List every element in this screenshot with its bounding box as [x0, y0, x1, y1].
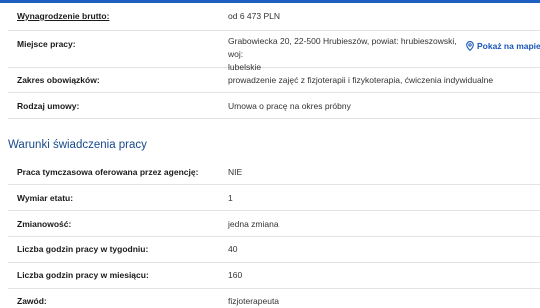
work-time-value: 1 — [228, 193, 233, 203]
temporary-work-value: NIE — [228, 167, 243, 177]
location-value-line1: Grabowiecka 20, 22-500 Hrubieszów, powia… — [228, 36, 457, 59]
detail-row-location: Miejsce pracy: Grabowiecka 20, 22-500 Hr… — [8, 30, 540, 72]
salary-label: Wynagrodzenie brutto: — [17, 11, 110, 21]
duties-label: Zakres obowiązków: — [17, 75, 100, 85]
show-on-map-label: Pokaż na mapie — [477, 41, 540, 51]
detail-row-weekly-hours: Liczba godzin pracy w tygodniu: 40 — [8, 236, 540, 263]
duties-value: prowadzenie zajęć z fizjoterapii i fizyk… — [228, 75, 494, 85]
detail-row-monthly-hours: Liczba godzin pracy w miesiącu: 160 — [8, 262, 540, 289]
detail-row-profession: Zawód: fizjoterapeuta — [8, 288, 540, 306]
temporary-work-label: Praca tymczasowa oferowana przez agencję… — [17, 167, 199, 177]
detail-row-work-time: Wymiar etatu: 1 — [8, 184, 540, 211]
show-on-map-link[interactable]: Pokaż na mapie — [466, 41, 540, 51]
section-title-work-conditions: Warunki świadczenia pracy — [8, 139, 147, 151]
contract-label: Rodzaj umowy: — [17, 101, 80, 111]
profession-label: Zawód: — [17, 296, 47, 306]
shifts-label: Zmianowość: — [17, 219, 72, 229]
location-label: Miejsce pracy: — [17, 39, 76, 49]
weekly-hours-value: 40 — [228, 244, 238, 254]
contract-value: Umowa o pracę na okres próbny — [228, 101, 351, 111]
detail-row-contract: Rodzaj umowy: Umowa o pracę na okres pró… — [8, 92, 540, 119]
work-time-label: Wymiar etatu: — [17, 193, 74, 203]
detail-row-duties: Zakres obowiązków: prowadzenie zajęć z f… — [8, 67, 540, 93]
monthly-hours-value: 160 — [228, 270, 243, 280]
map-pin-icon — [466, 41, 474, 51]
monthly-hours-label: Liczba godzin pracy w miesiącu: — [17, 270, 149, 280]
detail-row-temporary-work: Praca tymczasowa oferowana przez agencję… — [8, 158, 540, 185]
profession-value: fizjoterapeuta — [228, 296, 280, 306]
detail-row-shifts: Zmianowość: jedna zmiana — [8, 210, 540, 237]
detail-row-salary: Wynagrodzenie brutto: od 6 473 PLN — [8, 3, 540, 31]
salary-value: od 6 473 PLN — [228, 11, 280, 21]
shifts-value: jedna zmiana — [228, 219, 279, 229]
weekly-hours-label: Liczba godzin pracy w tygodniu: — [17, 244, 149, 254]
